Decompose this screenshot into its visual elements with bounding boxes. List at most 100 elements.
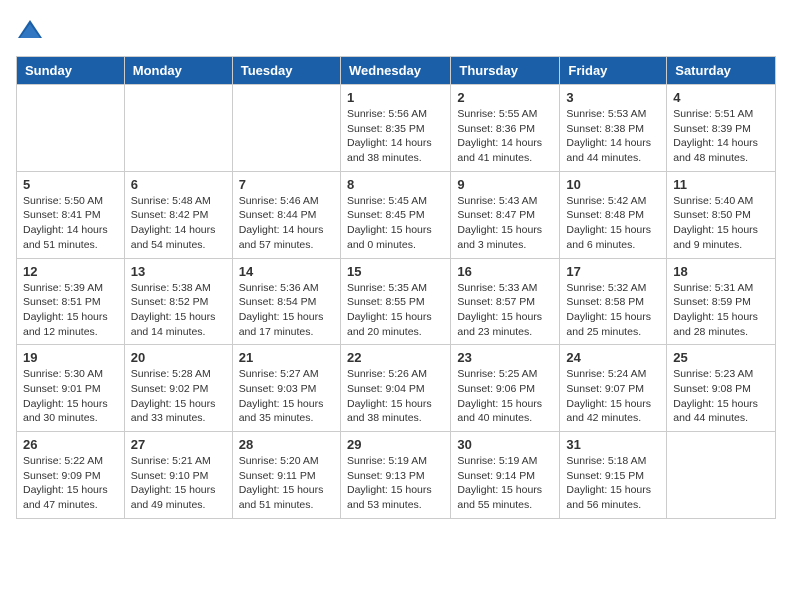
cell-info: Sunrise: 5:35 AM Sunset: 8:55 PM Dayligh… — [347, 281, 444, 340]
calendar-cell: 4 Sunrise: 5:51 AM Sunset: 8:39 PM Daylig… — [667, 85, 776, 172]
day-header-tuesday: Tuesday — [232, 57, 340, 85]
cell-info: Sunrise: 5:32 AM Sunset: 8:58 PM Dayligh… — [566, 281, 660, 340]
cell-date: 19 — [23, 350, 118, 365]
cell-info: Sunrise: 5:40 AM Sunset: 8:50 PM Dayligh… — [673, 194, 769, 253]
cell-info: Sunrise: 5:27 AM Sunset: 9:03 PM Dayligh… — [239, 367, 334, 426]
cell-date: 24 — [566, 350, 660, 365]
logo — [16, 16, 48, 44]
calendar-cell: 10Sunrise: 5:42 AM Sunset: 8:48 PM Dayli… — [560, 171, 667, 258]
calendar-cell: 7Sunrise: 5:46 AM Sunset: 8:44 PM Daylig… — [232, 171, 340, 258]
cell-info: Sunrise: 5:39 AM Sunset: 8:51 PM Dayligh… — [23, 281, 118, 340]
calendar-cell — [667, 432, 776, 519]
calendar-cell: 12 Sunrise: 5:39 AM Sunset: 8:51 PM Dayli… — [17, 258, 125, 345]
calendar-cell: 26Sunrise: 5:22 AM Sunset: 9:09 PM Dayli… — [17, 432, 125, 519]
day-header-saturday: Saturday — [667, 57, 776, 85]
cell-date: 29 — [347, 437, 444, 452]
cell-date: 25 — [673, 350, 769, 365]
cell-info: Sunrise: 5:23 AM Sunset: 9:08 PM Dayligh… — [673, 367, 769, 426]
cell-date: 17 — [566, 264, 660, 279]
cell-date: 20 — [131, 350, 226, 365]
calendar-cell: 16 Sunrise: 5:33 AM Sunset: 8:57 PM Dayli… — [451, 258, 560, 345]
calendar-header-row: SundayMondayTuesdayWednesdayThursdayFrid… — [17, 57, 776, 85]
cell-info: Sunrise: 5:55 AM Sunset: 8:36 PM Dayligh… — [457, 107, 553, 166]
calendar-cell: 25 Sunrise: 5:23 AM Sunset: 9:08 PM Dayli… — [667, 345, 776, 432]
day-header-wednesday: Wednesday — [340, 57, 450, 85]
calendar-cell: 2 Sunrise: 5:55 AM Sunset: 8:36 PM Daylig… — [451, 85, 560, 172]
calendar-cell: 9Sunrise: 5:43 AM Sunset: 8:47 PM Daylig… — [451, 171, 560, 258]
week-row-5: 26Sunrise: 5:22 AM Sunset: 9:09 PM Dayli… — [17, 432, 776, 519]
cell-date: 1 — [347, 90, 444, 105]
calendar-cell: 3 Sunrise: 5:53 AM Sunset: 8:38 PM Daylig… — [560, 85, 667, 172]
calendar-cell: 20 Sunrise: 5:28 AM Sunset: 9:02 PM Dayli… — [124, 345, 232, 432]
calendar-cell: 19 Sunrise: 5:30 AM Sunset: 9:01 PM Dayli… — [17, 345, 125, 432]
cell-date: 23 — [457, 350, 553, 365]
cell-info: Sunrise: 5:21 AM Sunset: 9:10 PM Dayligh… — [131, 454, 226, 513]
cell-date: 18 — [673, 264, 769, 279]
calendar-cell: 1 Sunrise: 5:56 AM Sunset: 8:35 PM Daylig… — [340, 85, 450, 172]
cell-info: Sunrise: 5:19 AM Sunset: 9:13 PM Dayligh… — [347, 454, 444, 513]
cell-info: Sunrise: 5:24 AM Sunset: 9:07 PM Dayligh… — [566, 367, 660, 426]
calendar-cell: 5 Sunrise: 5:50 AM Sunset: 8:41 PM Daylig… — [17, 171, 125, 258]
cell-date: 5 — [23, 177, 118, 192]
calendar-cell: 27 Sunrise: 5:21 AM Sunset: 9:10 PM Dayli… — [124, 432, 232, 519]
calendar-cell: 14 Sunrise: 5:36 AM Sunset: 8:54 PM Dayli… — [232, 258, 340, 345]
calendar-table: SundayMondayTuesdayWednesdayThursdayFrid… — [16, 56, 776, 519]
cell-info: Sunrise: 5:36 AM Sunset: 8:54 PM Dayligh… — [239, 281, 334, 340]
cell-info: Sunrise: 5:19 AM Sunset: 9:14 PM Dayligh… — [457, 454, 553, 513]
cell-date: 9 — [457, 177, 553, 192]
cell-info: Sunrise: 5:56 AM Sunset: 8:35 PM Dayligh… — [347, 107, 444, 166]
calendar-cell: 22Sunrise: 5:26 AM Sunset: 9:04 PM Dayli… — [340, 345, 450, 432]
calendar-cell: 18 Sunrise: 5:31 AM Sunset: 8:59 PM Dayli… — [667, 258, 776, 345]
cell-info: Sunrise: 5:25 AM Sunset: 9:06 PM Dayligh… — [457, 367, 553, 426]
cell-date: 30 — [457, 437, 553, 452]
week-row-2: 5 Sunrise: 5:50 AM Sunset: 8:41 PM Daylig… — [17, 171, 776, 258]
cell-date: 3 — [566, 90, 660, 105]
page-header — [16, 16, 776, 44]
cell-date: 6 — [131, 177, 226, 192]
cell-info: Sunrise: 5:53 AM Sunset: 8:38 PM Dayligh… — [566, 107, 660, 166]
cell-date: 8 — [347, 177, 444, 192]
calendar-cell — [17, 85, 125, 172]
calendar-cell — [232, 85, 340, 172]
cell-date: 22 — [347, 350, 444, 365]
calendar-cell: 23 Sunrise: 5:25 AM Sunset: 9:06 PM Dayli… — [451, 345, 560, 432]
cell-date: 11 — [673, 177, 769, 192]
cell-date: 4 — [673, 90, 769, 105]
cell-info: Sunrise: 5:33 AM Sunset: 8:57 PM Dayligh… — [457, 281, 553, 340]
cell-info: Sunrise: 5:31 AM Sunset: 8:59 PM Dayligh… — [673, 281, 769, 340]
logo-icon — [16, 16, 44, 44]
calendar-cell: 21 Sunrise: 5:27 AM Sunset: 9:03 PM Dayli… — [232, 345, 340, 432]
cell-date: 21 — [239, 350, 334, 365]
cell-date: 16 — [457, 264, 553, 279]
cell-date: 2 — [457, 90, 553, 105]
cell-date: 27 — [131, 437, 226, 452]
calendar-cell: 11 Sunrise: 5:40 AM Sunset: 8:50 PM Dayli… — [667, 171, 776, 258]
calendar-cell: 24 Sunrise: 5:24 AM Sunset: 9:07 PM Dayli… — [560, 345, 667, 432]
cell-info: Sunrise: 5:45 AM Sunset: 8:45 PM Dayligh… — [347, 194, 444, 253]
cell-info: Sunrise: 5:28 AM Sunset: 9:02 PM Dayligh… — [131, 367, 226, 426]
cell-info: Sunrise: 5:50 AM Sunset: 8:41 PM Dayligh… — [23, 194, 118, 253]
cell-date: 26 — [23, 437, 118, 452]
cell-date: 31 — [566, 437, 660, 452]
day-header-thursday: Thursday — [451, 57, 560, 85]
cell-date: 15 — [347, 264, 444, 279]
day-header-sunday: Sunday — [17, 57, 125, 85]
day-header-friday: Friday — [560, 57, 667, 85]
week-row-3: 12 Sunrise: 5:39 AM Sunset: 8:51 PM Dayli… — [17, 258, 776, 345]
calendar-cell: 17 Sunrise: 5:32 AM Sunset: 8:58 PM Dayli… — [560, 258, 667, 345]
cell-date: 10 — [566, 177, 660, 192]
calendar-cell: 15 Sunrise: 5:35 AM Sunset: 8:55 PM Dayli… — [340, 258, 450, 345]
cell-info: Sunrise: 5:48 AM Sunset: 8:42 PM Dayligh… — [131, 194, 226, 253]
week-row-1: 1 Sunrise: 5:56 AM Sunset: 8:35 PM Daylig… — [17, 85, 776, 172]
calendar-cell: 13Sunrise: 5:38 AM Sunset: 8:52 PM Dayli… — [124, 258, 232, 345]
cell-info: Sunrise: 5:51 AM Sunset: 8:39 PM Dayligh… — [673, 107, 769, 166]
calendar-cell: 29 Sunrise: 5:19 AM Sunset: 9:13 PM Dayli… — [340, 432, 450, 519]
cell-date: 12 — [23, 264, 118, 279]
cell-info: Sunrise: 5:46 AM Sunset: 8:44 PM Dayligh… — [239, 194, 334, 253]
cell-info: Sunrise: 5:20 AM Sunset: 9:11 PM Dayligh… — [239, 454, 334, 513]
calendar-cell: 31Sunrise: 5:18 AM Sunset: 9:15 PM Dayli… — [560, 432, 667, 519]
calendar-cell — [124, 85, 232, 172]
cell-info: Sunrise: 5:30 AM Sunset: 9:01 PM Dayligh… — [23, 367, 118, 426]
cell-date: 14 — [239, 264, 334, 279]
week-row-4: 19 Sunrise: 5:30 AM Sunset: 9:01 PM Dayli… — [17, 345, 776, 432]
